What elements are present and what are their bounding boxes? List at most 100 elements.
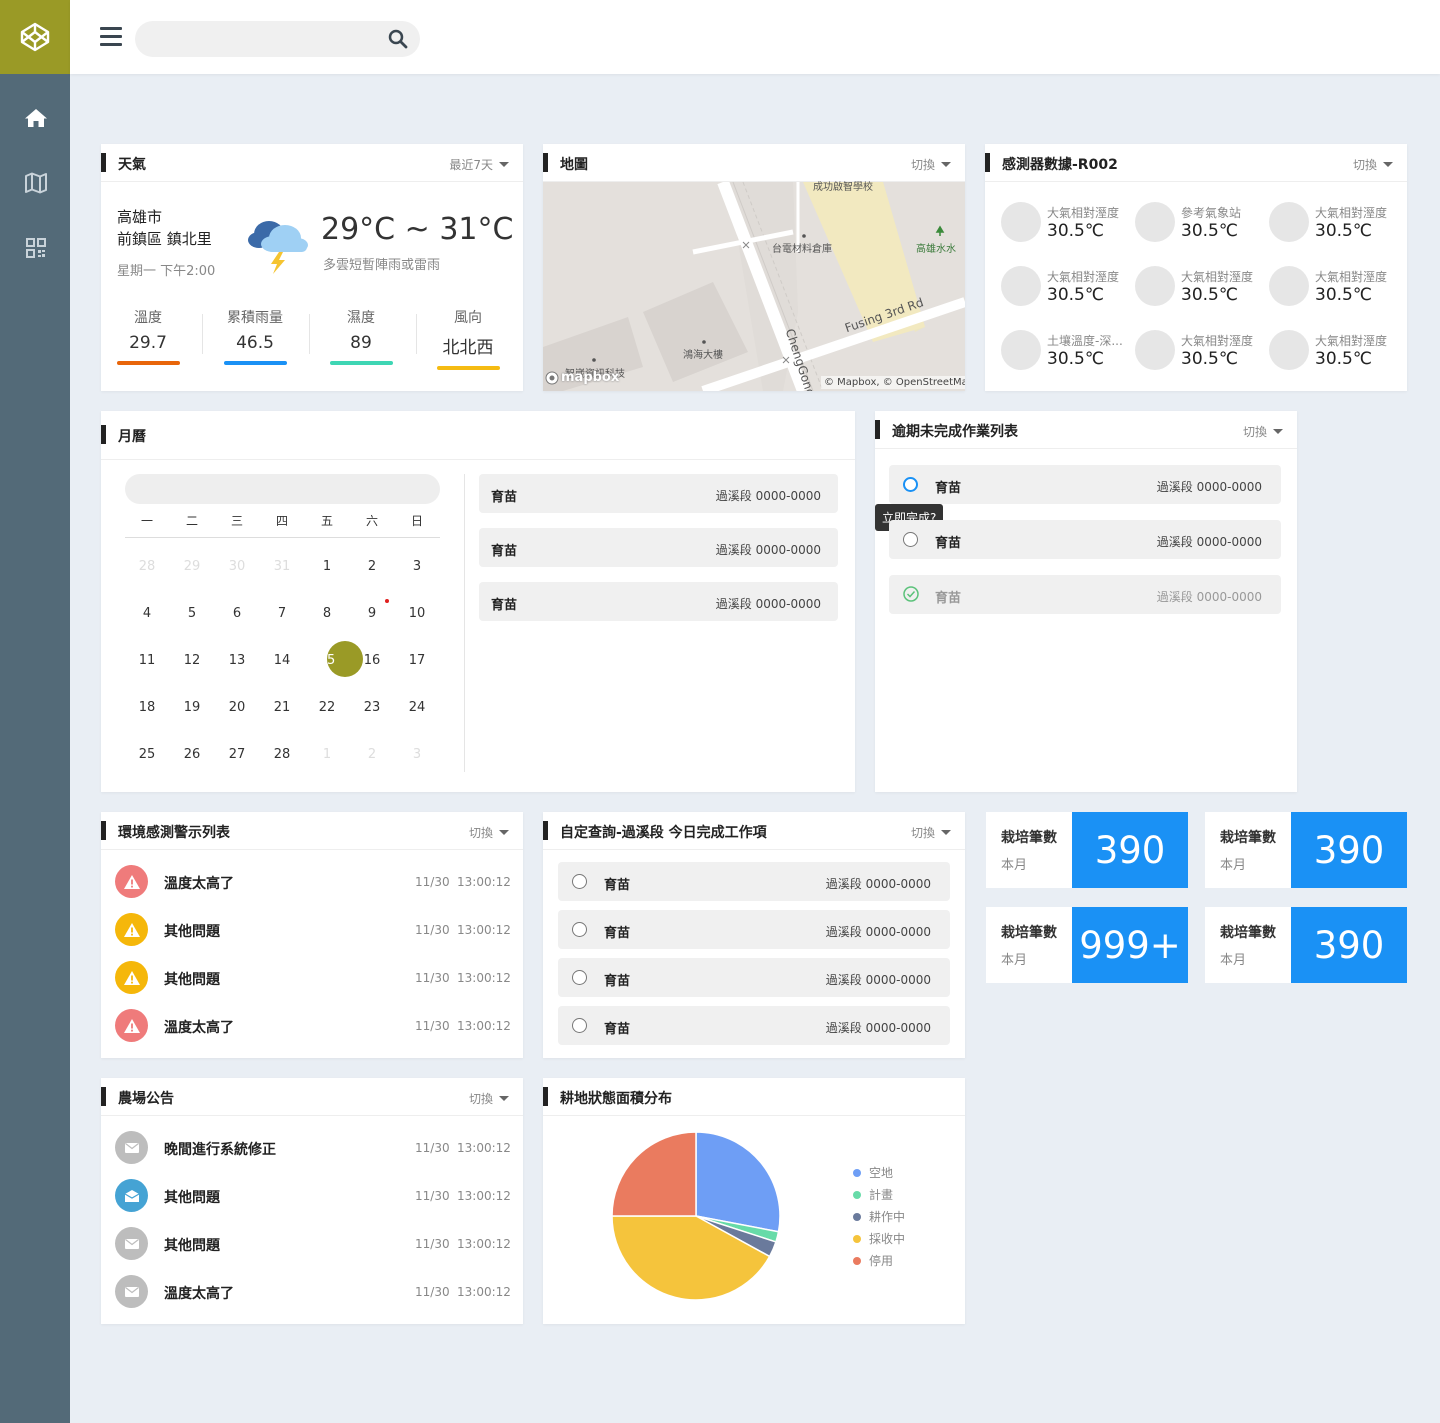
stat-tile[interactable]: 栽培筆數 本月 390 xyxy=(986,812,1188,888)
calendar-month-bar[interactable] xyxy=(125,474,440,504)
map-attribution[interactable]: © Mapbox, © OpenStreetMap xyxy=(821,376,965,389)
task-radio[interactable] xyxy=(572,1018,587,1033)
top-bar xyxy=(70,0,1440,74)
calendar-day[interactable]: 7 xyxy=(264,606,300,621)
query-task[interactable]: 育苗 過溪段 0000-0000 xyxy=(558,958,950,997)
calendar-day[interactable]: 27 xyxy=(219,747,255,762)
calendar-day[interactable]: 6 xyxy=(219,606,255,621)
nav-map-icon[interactable] xyxy=(23,170,49,196)
stat-tile[interactable]: 栽培筆數 本月 390 xyxy=(1205,907,1407,983)
task-name: 育苗 xyxy=(604,1022,631,1037)
calendar-day[interactable]: 12 xyxy=(174,653,210,668)
notices-row[interactable]: 晚間進行系統修正 11/30 13:00:12 xyxy=(115,1131,511,1167)
switch-dropdown[interactable]: 切換 xyxy=(469,1090,509,1107)
task-location: 過溪段 0000-0000 xyxy=(825,877,931,891)
nav-qrcode-icon[interactable] xyxy=(23,235,49,261)
calendar-day[interactable]: 16 xyxy=(354,653,390,668)
calendar-day[interactable]: 8 xyxy=(309,606,345,621)
calendar-day[interactable]: 4 xyxy=(129,606,165,621)
calendar-day[interactable]: 11 xyxy=(129,653,165,668)
notices-row[interactable]: 其他問題 11/30 13:00:12 xyxy=(115,1179,511,1215)
calendar-day[interactable]: 19 xyxy=(174,700,210,715)
alerts-row[interactable]: 溫度太高了 11/30 13:00:12 xyxy=(115,865,511,901)
sensor-label: 大氣相對溼度 xyxy=(1181,334,1254,348)
event-dot xyxy=(385,599,389,603)
calendar-weekday: 日 xyxy=(410,514,423,528)
nav-home-icon[interactable] xyxy=(23,105,49,131)
calendar-day[interactable]: 2 xyxy=(354,747,390,762)
legend-item[interactable]: 耕作中 xyxy=(853,1208,905,1225)
notices-row[interactable]: 其他問題 11/30 13:00:12 xyxy=(115,1227,511,1263)
calendar-day[interactable]: 15 xyxy=(309,653,345,668)
calendar-day[interactable]: 2 xyxy=(354,559,390,574)
calendar-day[interactable]: 29 xyxy=(174,559,210,574)
calendar-day[interactable]: 18 xyxy=(129,700,165,715)
calendar-day[interactable]: 26 xyxy=(174,747,210,762)
task-radio[interactable] xyxy=(903,477,918,492)
alerts-row[interactable]: 其他問題 11/30 13:00:12 xyxy=(115,961,511,997)
calendar-event[interactable]: 育苗 過溪段 0000-0000 xyxy=(479,528,838,567)
task-radio[interactable] xyxy=(572,922,587,937)
map-view[interactable] xyxy=(543,182,965,391)
alerts-row[interactable]: 其他問題 11/30 13:00:12 xyxy=(115,913,511,949)
switch-dropdown[interactable]: 切換 xyxy=(469,824,509,841)
switch-dropdown[interactable]: 切換 xyxy=(1353,156,1393,173)
menu-icon[interactable] xyxy=(100,27,122,47)
calendar-day[interactable]: 20 xyxy=(219,700,255,715)
calendar-day[interactable]: 25 xyxy=(129,747,165,762)
stat-value: 999+ xyxy=(1072,907,1188,983)
calendar-day[interactable]: 9 xyxy=(354,606,390,621)
query-task[interactable]: 育苗 過溪段 0000-0000 xyxy=(558,862,950,901)
calendar-day[interactable]: 28 xyxy=(129,559,165,574)
calendar-day[interactable]: 31 xyxy=(264,559,300,574)
calendar-event[interactable]: 育苗 過溪段 0000-0000 xyxy=(479,474,838,513)
calendar-day[interactable]: 1 xyxy=(309,747,345,762)
pie-slice[interactable] xyxy=(695,1131,781,1233)
calendar-day[interactable]: 28 xyxy=(264,747,300,762)
calendar-day[interactable]: 1 xyxy=(309,559,345,574)
alerts-row[interactable]: 溫度太高了 11/30 13:00:12 xyxy=(115,1009,511,1045)
mapbox-logo[interactable]: mapbox xyxy=(545,370,619,385)
sensor-label: 參考氣象站 xyxy=(1181,206,1242,220)
calendar-day[interactable]: 3 xyxy=(399,747,435,762)
notices-row[interactable]: 溫度太高了 11/30 13:00:12 xyxy=(115,1275,511,1311)
search-input[interactable] xyxy=(135,21,420,57)
legend-item[interactable]: 計畫 xyxy=(853,1186,893,1203)
caret-down-icon xyxy=(1273,429,1283,434)
legend-label: 採收中 xyxy=(869,1232,906,1246)
calendar-day[interactable]: 22 xyxy=(309,700,345,715)
range-dropdown[interactable]: 最近7天 xyxy=(449,156,509,173)
switch-dropdown[interactable]: 切換 xyxy=(911,156,951,173)
legend-item[interactable]: 採收中 xyxy=(853,1230,905,1247)
switch-dropdown[interactable]: 切換 xyxy=(1243,423,1283,440)
calendar-day[interactable]: 30 xyxy=(219,559,255,574)
calendar-card: 月曆 一二三四五六日 28 29 30 31 1 2 3 4 5 6 7 8 9 10 11 12 13 14 15 1… xyxy=(101,411,855,792)
calendar-day[interactable]: 13 xyxy=(219,653,255,668)
calendar-event[interactable]: 育苗 過溪段 0000-0000 xyxy=(479,582,838,621)
overdue-task[interactable]: 育苗 過溪段 0000-0000 xyxy=(889,575,1281,614)
legend-item[interactable]: 停用 xyxy=(853,1252,893,1269)
calendar-day[interactable]: 17 xyxy=(399,653,435,668)
overdue-task[interactable]: 育苗 過溪段 0000-0000 xyxy=(889,465,1281,504)
sensor-label: 大氣相對溼度 xyxy=(1047,206,1120,220)
stat-tile[interactable]: 栽培筆數 本月 999+ xyxy=(986,907,1188,983)
task-radio[interactable] xyxy=(572,874,587,889)
query-task[interactable]: 育苗 過溪段 0000-0000 xyxy=(558,1006,950,1045)
calendar-day[interactable]: 10 xyxy=(399,606,435,621)
task-radio[interactable] xyxy=(572,970,587,985)
overdue-task[interactable]: 育苗 過溪段 0000-0000 xyxy=(889,520,1281,559)
stat-tile[interactable]: 栽培筆數 本月 390 xyxy=(1205,812,1407,888)
query-task[interactable]: 育苗 過溪段 0000-0000 xyxy=(558,910,950,949)
pie-slice[interactable] xyxy=(611,1131,697,1217)
switch-dropdown[interactable]: 切換 xyxy=(911,824,951,841)
task-radio[interactable] xyxy=(903,532,918,547)
calendar-day[interactable]: 21 xyxy=(264,700,300,715)
calendar-day[interactable]: 5 xyxy=(174,606,210,621)
calendar-day[interactable]: 24 xyxy=(399,700,435,715)
calendar-day[interactable]: 14 xyxy=(264,653,300,668)
app-logo[interactable] xyxy=(0,0,70,74)
legend-item[interactable]: 空地 xyxy=(853,1164,893,1181)
calendar-day[interactable]: 3 xyxy=(399,559,435,574)
calendar-day[interactable]: 23 xyxy=(354,700,390,715)
search-icon[interactable] xyxy=(388,29,408,49)
